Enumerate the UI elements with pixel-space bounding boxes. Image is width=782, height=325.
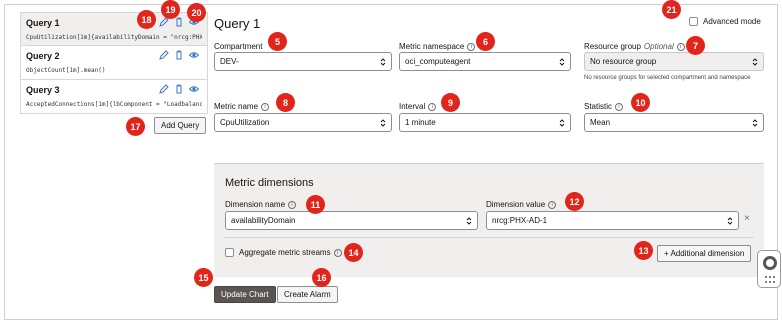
metric-namespace-select[interactable]: oci_computeagent <box>399 52 571 71</box>
chevron-updown-icon <box>752 57 758 67</box>
compartment-value: DEV- <box>220 57 239 66</box>
resource-group-value: No resource group <box>590 57 657 66</box>
resource-group-hint: No resource groups for selected compartm… <box>584 75 751 81</box>
statistic-select[interactable]: Mean <box>584 113 764 132</box>
annotation-badge-14: 14 <box>344 243 363 262</box>
resource-group-label: Resource group Optional i <box>584 42 685 51</box>
interval-select[interactable]: 1 minute <box>399 113 571 132</box>
statistic-value: Mean <box>590 118 611 127</box>
info-icon[interactable]: i <box>261 102 270 111</box>
info-icon[interactable]: i <box>288 200 297 209</box>
annotation-badge-19: 19 <box>161 0 180 19</box>
annotation-badge-16: 16 <box>312 268 331 287</box>
divider <box>224 237 754 238</box>
additional-dimension-button[interactable]: + Additional dimension <box>657 245 752 262</box>
advanced-mode-label: Advanced mode <box>703 17 761 26</box>
annotation-badge-18: 18 <box>137 10 156 29</box>
info-icon[interactable]: i <box>428 102 437 111</box>
chevron-updown-icon <box>752 118 758 128</box>
add-query-button[interactable]: Add Query <box>154 117 207 134</box>
annotation-badge-15: 15 <box>194 268 213 287</box>
resource-group-select[interactable]: No resource group <box>584 52 764 71</box>
eye-icon[interactable] <box>189 83 199 94</box>
chevron-updown-icon <box>727 216 733 226</box>
metric-namespace-label: Metric namespace i <box>399 42 476 51</box>
metric-name-value: CpuUtilization <box>220 118 270 127</box>
chevron-updown-icon <box>559 57 565 67</box>
interval-label: Interval i <box>399 102 437 111</box>
lifebuoy-icon <box>763 256 777 270</box>
annotation-badge-9: 9 <box>441 93 460 112</box>
dimension-name-value: availabilityDomain <box>231 216 296 225</box>
interval-value: 1 minute <box>405 118 436 127</box>
query-name: Query 3 <box>26 85 60 95</box>
compartment-select[interactable]: DEV- <box>214 52 392 71</box>
query-expression: CpuUtilization[1m]{availabilityDomain = … <box>26 34 202 41</box>
dimension-name-label: Dimension name i <box>225 200 297 209</box>
annotation-badge-6: 6 <box>476 32 495 51</box>
advanced-mode-checkbox[interactable] <box>689 17 698 26</box>
query-name: Query 1 <box>26 18 60 28</box>
chevron-updown-icon <box>380 57 386 67</box>
pencil-icon[interactable] <box>159 83 169 94</box>
query-expression: AcceptedConnections[1m]{lbComponent = "L… <box>26 101 202 108</box>
compartment-label: Compartment <box>214 42 263 51</box>
query-item-2[interactable]: Query 2 ObjectCount[1m].mean() <box>20 46 208 80</box>
query-name: Query 2 <box>26 51 60 61</box>
annotation-badge-8: 8 <box>276 93 295 112</box>
dimension-value-label: Dimension value i <box>486 200 557 209</box>
annotation-badge-13: 13 <box>634 241 653 260</box>
query-item-1[interactable]: Query 1 CpuUtilization[1m]{availabilityD… <box>20 12 208 46</box>
query-title: Query 1 <box>214 16 261 31</box>
aggregate-streams-label: Aggregate metric streams i <box>239 248 342 257</box>
annotation-badge-5: 5 <box>268 32 287 51</box>
chevron-updown-icon <box>380 118 386 128</box>
metric-name-select[interactable]: CpuUtilization <box>214 113 392 132</box>
metric-name-label: Metric name i <box>214 102 270 111</box>
help-widget[interactable] <box>757 250 781 288</box>
info-icon[interactable]: i <box>548 200 557 209</box>
trash-icon[interactable] <box>174 49 184 60</box>
update-chart-button[interactable]: Update Chart <box>214 286 276 303</box>
trash-icon[interactable] <box>174 83 184 94</box>
annotation-badge-7: 7 <box>686 36 705 55</box>
grid-dots-icon <box>765 276 775 284</box>
eye-icon[interactable] <box>189 49 199 60</box>
query-item-3[interactable]: Query 3 AcceptedConnections[1m]{lbCompon… <box>20 80 208 114</box>
dimension-value-value: nrcg:PHX-AD-1 <box>492 216 548 225</box>
create-alarm-button[interactable]: Create Alarm <box>277 286 338 303</box>
trash-icon[interactable] <box>174 16 184 27</box>
info-icon[interactable]: i <box>333 248 342 257</box>
remove-dimension-icon[interactable]: × <box>744 213 750 224</box>
aggregate-streams-checkbox[interactable] <box>225 248 234 257</box>
info-icon[interactable]: i <box>676 42 685 51</box>
dimension-name-select[interactable]: availabilityDomain <box>225 211 478 230</box>
statistic-label: Statistic i <box>584 102 624 111</box>
metric-namespace-value: oci_computeagent <box>405 57 471 66</box>
dimension-value-select[interactable]: nrcg:PHX-AD-1 <box>486 211 739 230</box>
query-expression: ObjectCount[1m].mean() <box>26 67 106 74</box>
annotation-badge-11: 11 <box>306 195 325 214</box>
annotation-badge-20: 20 <box>187 3 206 22</box>
annotation-badge-12: 12 <box>565 192 584 211</box>
info-icon[interactable]: i <box>467 42 476 51</box>
annotation-badge-17: 17 <box>126 117 145 136</box>
pencil-icon[interactable] <box>159 49 169 60</box>
chevron-updown-icon <box>559 118 565 128</box>
annotation-badge-21: 21 <box>662 0 681 19</box>
metric-dimensions-title: Metric dimensions <box>225 177 314 189</box>
annotation-badge-10: 10 <box>631 93 650 112</box>
info-icon[interactable]: i <box>615 102 624 111</box>
chevron-updown-icon <box>466 216 472 226</box>
